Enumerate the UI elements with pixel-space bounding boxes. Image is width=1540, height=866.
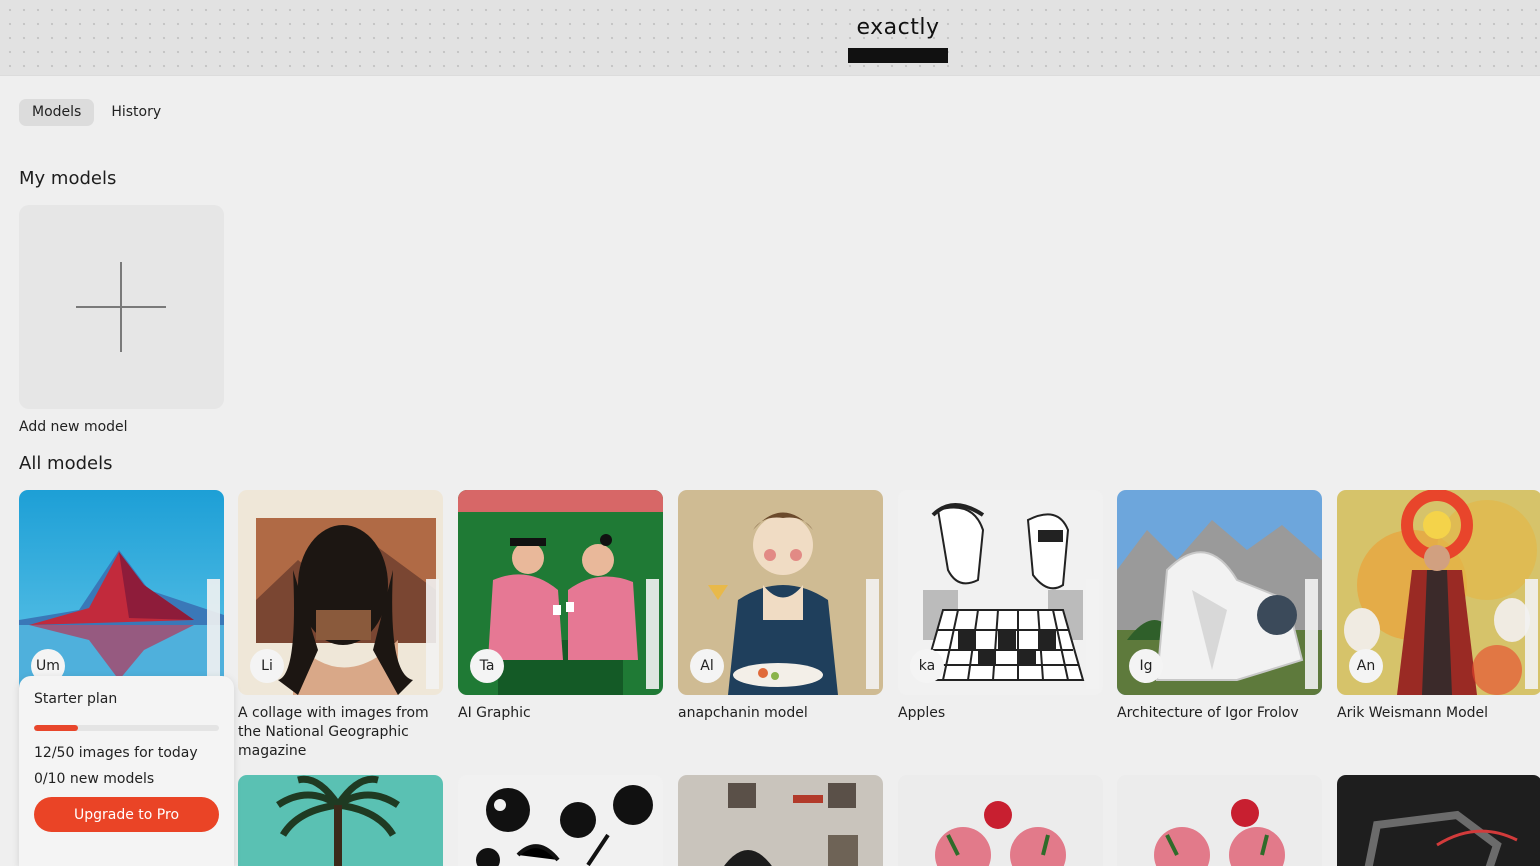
- model-card[interactable]: Ig Architecture of Igor Frolov: [1117, 490, 1322, 723]
- plan-title: Starter plan: [34, 691, 118, 707]
- model-card[interactable]: Um: [19, 490, 224, 695]
- all-models-heading: All models: [19, 453, 113, 474]
- watermark: [426, 579, 439, 689]
- avatar: An: [1349, 649, 1383, 683]
- model-thumbnail[interactable]: [238, 775, 443, 866]
- logo-text: exactly: [856, 15, 940, 40]
- watermark: [207, 579, 220, 689]
- model-card[interactable]: Li A collage with images from the Nation…: [238, 490, 443, 761]
- model-title[interactable]: A collage with images from the National …: [238, 704, 443, 761]
- model-title[interactable]: anapchanin model: [678, 704, 883, 723]
- tab-models[interactable]: Models: [19, 99, 95, 126]
- model-thumbnail[interactable]: Um: [19, 490, 224, 695]
- watermark: [646, 579, 659, 689]
- usage-progress-bar: [34, 725, 219, 731]
- model-thumbnail[interactable]: [458, 775, 663, 866]
- plan-panel: Starter plan 12/50 images for today 0/10…: [19, 676, 234, 866]
- model-thumbnail[interactable]: Li: [238, 490, 443, 695]
- logo[interactable]: exactly: [848, 14, 948, 63]
- my-models-heading: My models: [19, 168, 117, 189]
- model-thumbnail[interactable]: Ig: [1117, 490, 1322, 695]
- watermark: [866, 579, 879, 689]
- add-model-label[interactable]: Add new model: [19, 419, 128, 435]
- avatar: ka: [910, 649, 944, 683]
- model-thumbnail[interactable]: [1337, 775, 1540, 866]
- watermark: [1305, 579, 1318, 689]
- top-bar: exactly: [0, 0, 1540, 76]
- model-card[interactable]: An Arik Weismann Model: [1337, 490, 1540, 723]
- tab-history[interactable]: History: [98, 99, 174, 126]
- avatar: Al: [690, 649, 724, 683]
- upgrade-to-pro-button[interactable]: Upgrade to Pro: [34, 797, 219, 832]
- models-usage-text: 0/10 new models: [34, 771, 155, 787]
- model-title[interactable]: Architecture of Igor Frolov: [1117, 704, 1322, 723]
- avatar: Ta: [470, 649, 504, 683]
- model-thumbnail[interactable]: [1117, 775, 1322, 866]
- add-model-card[interactable]: [19, 205, 224, 409]
- model-card[interactable]: Ta AI Graphic: [458, 490, 663, 723]
- model-thumbnail[interactable]: An: [1337, 490, 1540, 695]
- model-title[interactable]: Apples: [898, 704, 1103, 723]
- model-title[interactable]: Arik Weismann Model: [1337, 704, 1540, 723]
- model-thumbnail[interactable]: ka: [898, 490, 1103, 695]
- watermark: [1086, 579, 1099, 689]
- watermark: [1525, 579, 1538, 689]
- images-usage-text: 12/50 images for today: [34, 745, 198, 761]
- avatar: Li: [250, 649, 284, 683]
- model-card[interactable]: Al anapchanin model: [678, 490, 883, 723]
- model-thumbnail[interactable]: [898, 775, 1103, 866]
- model-card[interactable]: ka Apples: [898, 490, 1103, 723]
- logo-bar: [848, 48, 948, 63]
- avatar: Ig: [1129, 649, 1163, 683]
- model-thumbnail[interactable]: Ta: [458, 490, 663, 695]
- model-title[interactable]: AI Graphic: [458, 704, 663, 723]
- model-thumbnail[interactable]: Al: [678, 490, 883, 695]
- tab-bar: Models History: [19, 99, 174, 126]
- usage-progress-fill: [34, 725, 79, 731]
- model-thumbnail[interactable]: [678, 775, 883, 866]
